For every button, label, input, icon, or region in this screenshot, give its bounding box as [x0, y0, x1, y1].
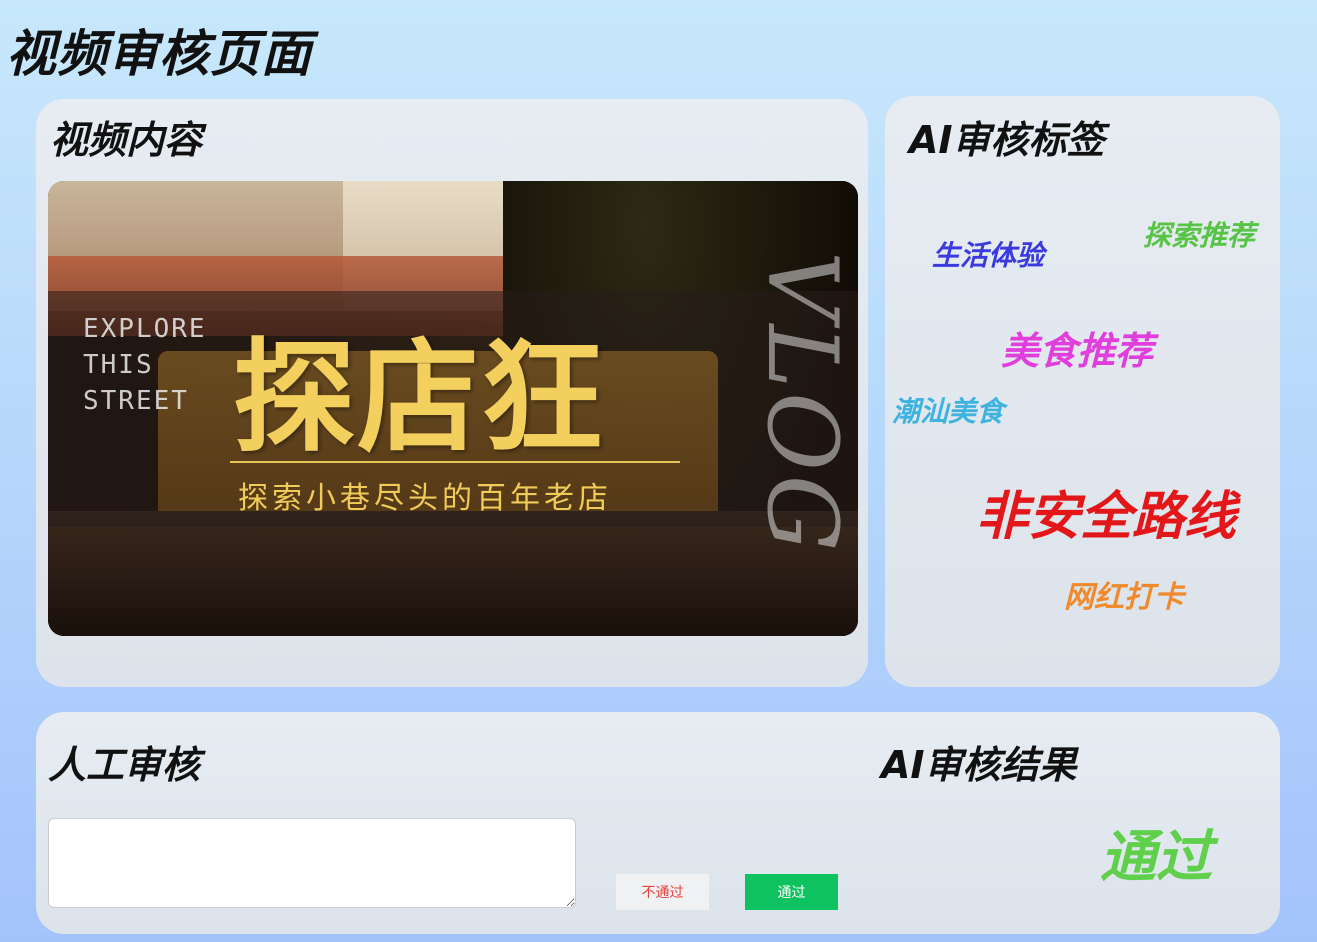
thumbnail-explore-text: EXPLORE THIS STREET	[83, 314, 207, 416]
video-thumbnail[interactable]: EXPLORE THIS STREET 探店狂 探索小巷尽头的百年老店 VLOG	[48, 181, 858, 636]
manual-review-input[interactable]	[48, 818, 576, 908]
thumbnail-subtitle: 探索小巷尽头的百年老店	[238, 481, 612, 516]
video-content-panel: 视频内容 EXPLORE THIS STREET 探店狂 探索小巷尽头的百年老店…	[36, 99, 868, 687]
ai-result-value: 通过	[1100, 825, 1212, 890]
ai-tags-panel: AI审核标签 生活体验 探索推荐 美食推荐 潮汕美食 非安全路线 网红打卡	[885, 96, 1280, 687]
thumbnail-title-underline	[230, 461, 680, 463]
ai-result-heading: AI审核结果	[881, 743, 1077, 787]
thumbnail-main-title: 探店狂	[233, 325, 605, 469]
ai-tag: 潮汕美食	[892, 395, 1005, 428]
video-content-heading: 视频内容	[50, 118, 203, 162]
page-title: 视频审核页面	[6, 25, 312, 83]
pass-button[interactable]: 通过	[745, 874, 838, 910]
thumbnail-street	[48, 511, 858, 636]
ai-tag: 探索推荐	[1143, 219, 1256, 252]
ai-tag: 生活体验	[932, 239, 1045, 272]
manual-review-heading: 人工审核	[48, 743, 201, 787]
reject-button[interactable]: 不通过	[616, 874, 709, 910]
thumbnail-vlog-text: VLOG	[746, 251, 858, 556]
ai-tag: 网红打卡	[1064, 580, 1184, 615]
ai-tag: 美食推荐	[1001, 329, 1154, 373]
ai-tag: 非安全路线	[976, 487, 1237, 547]
ai-tags-heading: AI审核标签	[909, 118, 1105, 162]
review-panel: 人工审核 不通过 通过 AI审核结果 通过	[36, 712, 1280, 934]
